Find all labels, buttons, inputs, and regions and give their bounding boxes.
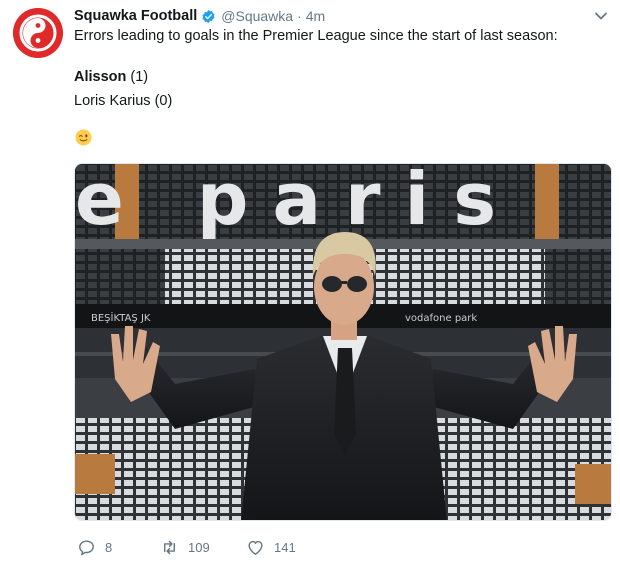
player-name-bold: Alisson <box>74 69 127 85</box>
stadium-banner-text: BEŞİKTAŞ JK <box>91 311 151 324</box>
author-name[interactable]: Squawka Football <box>74 8 197 24</box>
author-handle[interactable]: @Squawka <box>221 8 293 24</box>
tweet-actions: 8 109 141 <box>74 536 374 558</box>
verified-badge-icon <box>201 9 216 24</box>
tweet-timestamp[interactable]: 4m <box>306 8 325 24</box>
retweet-button[interactable]: 109 <box>160 536 210 558</box>
reply-button[interactable]: 8 <box>77 536 112 558</box>
stadium-banner-sponsor: vodafone park <box>405 313 477 324</box>
retweet-count: 109 <box>188 539 210 555</box>
like-button[interactable]: 141 <box>246 536 296 558</box>
tweet-text-line: Errors leading to goals in the Premier L… <box>74 28 558 44</box>
chevron-down-icon[interactable] <box>593 8 609 24</box>
squawka-logo-icon <box>13 8 63 58</box>
stand-seat-lettering: e paris <box>75 164 520 241</box>
tweet-text-line: Alisson (1) <box>74 69 148 85</box>
tweet-photo[interactable]: e paris BEŞİKTAŞ JK vodafone park <box>74 163 612 521</box>
like-count: 141 <box>274 539 296 555</box>
tweet-text-line: Loris Karius (0) <box>74 93 173 109</box>
stadium-photo: e paris BEŞİKTAŞ JK vodafone park <box>75 164 611 520</box>
heart-icon <box>248 540 263 555</box>
reply-count: 8 <box>105 539 113 555</box>
retweet-icon <box>164 540 175 554</box>
tweet-header: Squawka Football @Squawka · 4m <box>74 6 325 26</box>
error-count: (1) <box>126 69 149 85</box>
avatar[interactable] <box>13 8 63 58</box>
winking-face-emoji-icon <box>75 129 92 146</box>
tweet-card: Squawka Football @Squawka · 4m Errors le… <box>0 0 620 563</box>
reply-icon <box>79 539 94 555</box>
separator-dot: · <box>297 8 302 24</box>
